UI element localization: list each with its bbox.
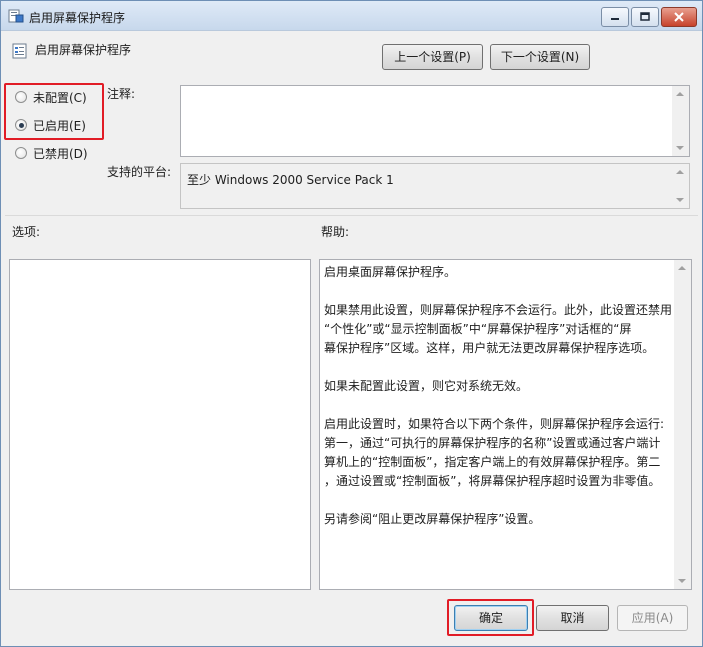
radio-label: 已禁用(D)	[33, 147, 88, 161]
help-scrollbar[interactable]	[674, 260, 691, 589]
comment-scrollbar[interactable]	[672, 86, 689, 156]
options-panel[interactable]	[9, 259, 311, 590]
options-label: 选项:	[12, 225, 41, 239]
radio-disabled[interactable]: 已禁用(D)	[15, 144, 105, 162]
scroll-down-icon[interactable]	[678, 579, 686, 583]
help-paragraph: 启用此设置时，如果符合以下两个条件，则屏幕保护程序会运行: 第一，通过“可执行的…	[324, 417, 665, 488]
scroll-down-icon[interactable]	[676, 198, 684, 202]
platform-field: 至少 Windows 2000 Service Pack 1	[180, 163, 690, 209]
help-paragraph: 如果未配置此设置，则它对系统无效。	[324, 379, 529, 393]
annotation-highlight-ok	[447, 599, 534, 636]
scroll-down-icon[interactable]	[676, 146, 684, 150]
cancel-button[interactable]: 取消	[536, 605, 609, 631]
help-paragraph: 另请参阅“阻止更改屏幕保护程序”设置。	[324, 512, 541, 526]
help-paragraph: 如果禁用此设置，则屏幕保护程序不会运行。此外，此设置还禁用 “个性化”或“显示控…	[324, 303, 673, 355]
next-setting-button[interactable]: 下一个设置(N)	[490, 44, 590, 70]
radio-circle[interactable]	[15, 147, 27, 159]
platform-label: 支持的平台:	[107, 165, 172, 179]
maximize-button[interactable]	[631, 7, 659, 27]
platform-scrollbar[interactable]	[672, 164, 689, 208]
annotation-highlight-radios	[4, 83, 104, 140]
section-divider	[5, 215, 698, 216]
apply-button[interactable]: 应用(A)	[617, 605, 688, 631]
help-panel[interactable]: 启用桌面屏幕保护程序。 如果禁用此设置，则屏幕保护程序不会运行。此外，此设置还禁…	[319, 259, 692, 590]
help-text: 启用桌面屏幕保护程序。 如果禁用此设置，则屏幕保护程序不会运行。此外，此设置还禁…	[324, 263, 678, 548]
scroll-up-icon[interactable]	[676, 170, 684, 174]
platform-value: 至少 Windows 2000 Service Pack 1	[187, 173, 394, 187]
policy-setting-icon	[12, 43, 28, 59]
minimize-button[interactable]	[601, 7, 629, 27]
setting-title: 启用屏幕保护程序	[35, 43, 132, 57]
help-paragraph: 启用桌面屏幕保护程序。	[324, 265, 457, 279]
title-bar[interactable]: 启用屏幕保护程序	[1, 1, 702, 31]
policy-window-icon	[8, 9, 24, 23]
comment-field[interactable]	[180, 85, 690, 157]
window-title: 启用屏幕保护程序	[29, 11, 126, 25]
close-button[interactable]	[661, 7, 697, 27]
help-label: 帮助:	[321, 225, 350, 239]
scroll-up-icon[interactable]	[676, 92, 684, 96]
scroll-up-icon[interactable]	[678, 266, 686, 270]
comment-label: 注释:	[107, 87, 136, 101]
policy-dialog: 启用屏幕保护程序 启用屏幕保护程序 上一个设置(P) 下一个设置(N) 未配置(…	[0, 0, 703, 647]
previous-setting-button[interactable]: 上一个设置(P)	[382, 44, 483, 70]
